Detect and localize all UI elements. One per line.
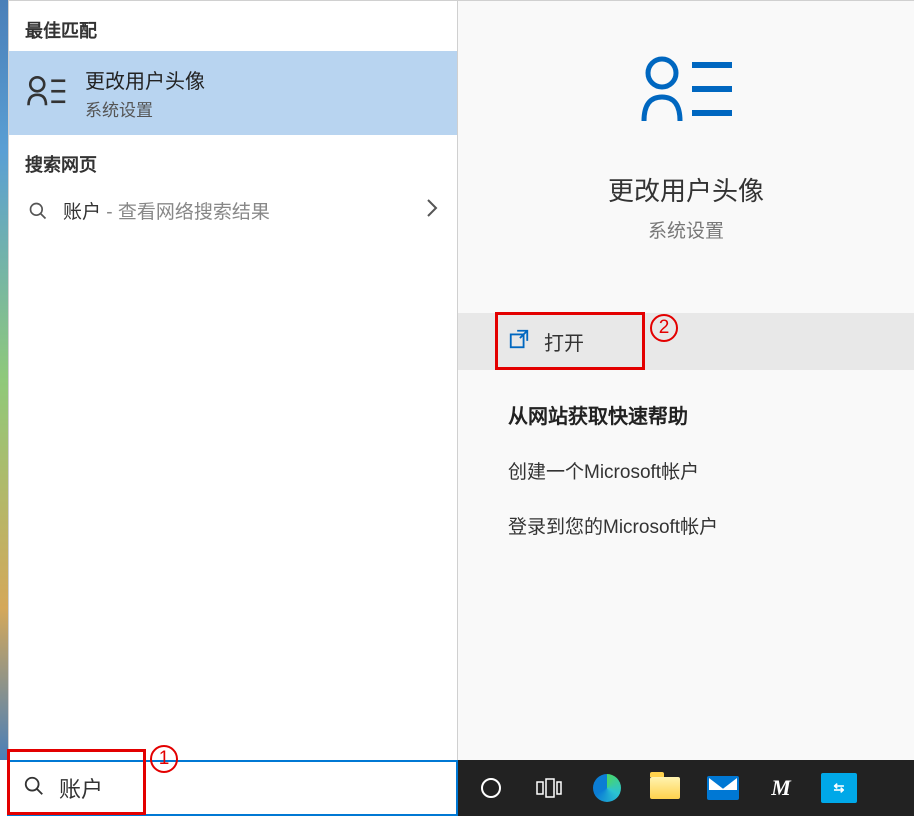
task-view-icon[interactable] — [524, 764, 574, 812]
search-input[interactable] — [59, 775, 442, 801]
cortana-icon[interactable] — [466, 764, 516, 812]
web-result-suffix: - 查看网络搜索结果 — [101, 202, 270, 223]
open-external-icon — [508, 328, 530, 356]
edge-browser-icon[interactable] — [582, 764, 632, 812]
web-result-text: 账户 - 查看网络搜索结果 — [63, 197, 411, 224]
detail-icon — [458, 1, 914, 131]
web-search-header: 搜索网页 — [9, 135, 457, 185]
detail-panel: 更改用户头像 系统设置 打开 从网站获取快速帮助 创建一个Microsoft帐户… — [458, 0, 914, 760]
taskbar: M ⇆ — [458, 760, 914, 816]
help-heading: 从网站获取快速帮助 — [508, 400, 864, 429]
best-match-title: 更改用户头像 — [85, 65, 205, 94]
web-result-term: 账户 — [63, 202, 101, 223]
detail-subtitle: 系统设置 — [458, 216, 914, 243]
help-link-signin-account[interactable]: 登录到您的Microsoft帐户 — [508, 512, 864, 539]
search-icon — [27, 201, 49, 221]
taskbar-search-box[interactable] — [7, 760, 458, 816]
app-m-icon[interactable]: M — [756, 764, 806, 812]
best-match-result[interactable]: 更改用户头像 系统设置 — [9, 51, 457, 135]
mail-icon[interactable] — [698, 764, 748, 812]
search-icon — [23, 775, 45, 802]
help-link-create-account[interactable]: 创建一个Microsoft帐户 — [508, 457, 864, 484]
desktop-edge — [0, 0, 8, 760]
file-explorer-icon[interactable] — [640, 764, 690, 812]
open-label: 打开 — [544, 327, 584, 356]
app-tile-icon[interactable]: ⇆ — [814, 764, 864, 812]
best-match-subtitle: 系统设置 — [85, 96, 205, 121]
open-button[interactable]: 打开 — [458, 313, 914, 370]
web-search-result[interactable]: 账户 - 查看网络搜索结果 — [9, 185, 457, 236]
search-results-panel: 最佳匹配 更改用户头像 系统设置 搜索网页 账户 - 查看网络搜索结果 — [8, 0, 458, 760]
detail-title: 更改用户头像 — [458, 171, 914, 208]
user-list-icon — [25, 72, 67, 114]
help-section: 从网站获取快速帮助 创建一个Microsoft帐户 登录到您的Microsoft… — [458, 370, 914, 597]
best-match-header: 最佳匹配 — [9, 1, 457, 51]
chevron-right-icon[interactable] — [425, 198, 439, 224]
